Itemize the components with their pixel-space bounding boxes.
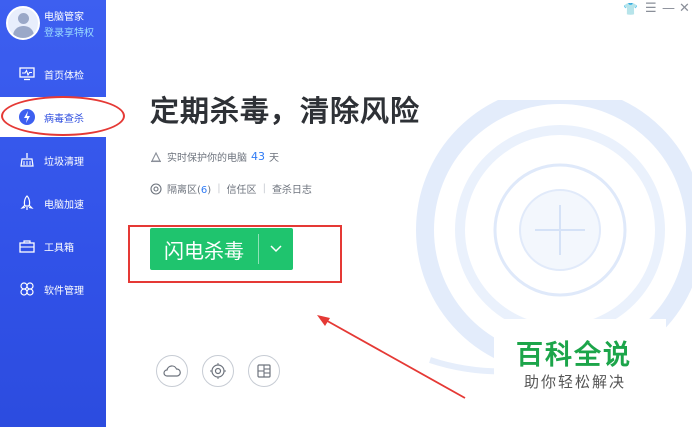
target-icon: [209, 362, 227, 380]
sidebar-item-home-checkup[interactable]: 首页体检: [0, 54, 106, 94]
sidebar-item-label: 电脑加速: [44, 199, 84, 211]
custom-scan-button[interactable]: [202, 355, 234, 387]
scan-options-dropdown[interactable]: [259, 228, 293, 270]
login-link[interactable]: 登录享特权: [44, 24, 94, 39]
watermark: 百科全说 助你轻松解决: [494, 319, 666, 402]
page-title: 定期杀毒，清除风险: [150, 94, 421, 128]
shield-bell-icon: [150, 151, 162, 163]
annotation-arrow: [317, 315, 466, 399]
protection-days: 43: [251, 150, 265, 163]
sidebar-item-toolbox[interactable]: 工具箱: [0, 226, 106, 266]
scan-log-link[interactable]: 查杀日志: [272, 181, 312, 196]
chevron-down-icon: [270, 245, 282, 253]
grid-window-icon: [256, 363, 272, 379]
menu-icon[interactable]: ☰: [645, 2, 657, 16]
protection-unit: 天: [269, 153, 279, 164]
watermark-title: 百科全说: [516, 340, 632, 371]
sidebar-item-label: 工具箱: [44, 242, 74, 254]
scan-links: 隔离区(6) | 信任区 | 查杀日志: [150, 181, 312, 196]
sidebar-item-label: 软件管理: [44, 285, 84, 297]
quick-scan-button[interactable]: 闪电杀毒: [150, 228, 293, 270]
sidebar-item-software-manager[interactable]: 软件管理: [0, 269, 106, 309]
trust-zone-link[interactable]: 信任区: [227, 181, 257, 196]
protection-text: 实时保护你的电脑: [167, 153, 247, 164]
monitor-pulse-icon: [18, 65, 36, 83]
close-button[interactable]: ✕: [679, 2, 690, 16]
sidebar: 电脑管家 登录享特权 首页体检 病毒查杀 垃圾清理 电脑加速 工具箱 软件管理: [0, 0, 106, 427]
toolbox-icon: [18, 237, 36, 255]
quarantine-label: 隔离区: [167, 185, 197, 196]
minimize-button[interactable]: —: [662, 2, 675, 16]
profile-name: 电脑管家: [44, 12, 84, 23]
trash-broom-icon: [18, 151, 36, 169]
quick-scan-label: 闪电杀毒: [164, 238, 244, 263]
sidebar-item-label: 首页体检: [44, 70, 84, 82]
window-scan-button[interactable]: [248, 355, 280, 387]
quarantine-link[interactable]: 隔离区(6): [167, 181, 211, 196]
quarantine-icon: [150, 182, 162, 195]
watermark-subtitle: 助你轻松解决: [524, 373, 627, 391]
sidebar-item-junk-cleanup[interactable]: 垃圾清理: [0, 140, 106, 180]
sidebar-item-speedup[interactable]: 电脑加速: [0, 183, 106, 223]
cloud-icon: [163, 365, 181, 377]
profile[interactable]: 电脑管家 登录享特权: [6, 4, 106, 44]
avatar[interactable]: [6, 6, 40, 40]
cloud-scan-button[interactable]: [156, 355, 188, 387]
rocket-icon: [18, 194, 36, 212]
quarantine-count: 6: [200, 185, 208, 196]
apps-icon: [18, 280, 36, 298]
annotation-ellipse: [1, 96, 125, 136]
skin-icon[interactable]: 👕: [623, 2, 638, 16]
sidebar-item-label: 垃圾清理: [44, 156, 84, 168]
protection-status: 实时保护你的电脑 43 天: [150, 149, 279, 164]
